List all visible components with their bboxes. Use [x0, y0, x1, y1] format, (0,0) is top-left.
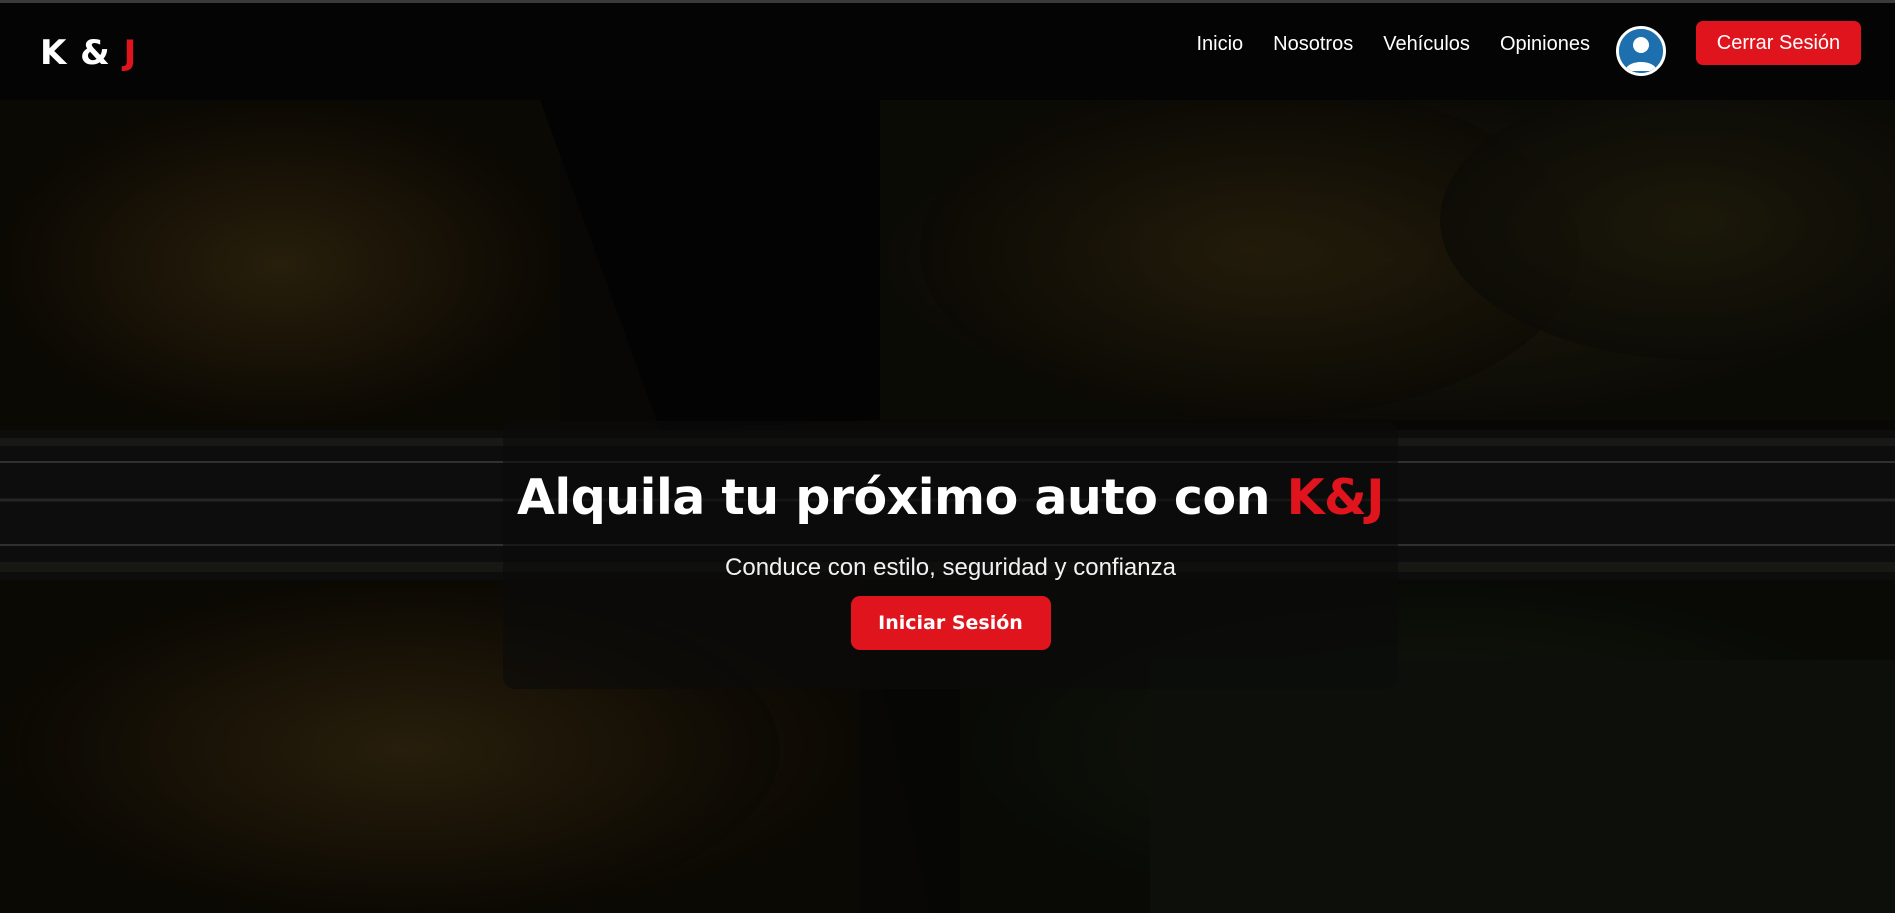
logo-text-left: K &: [40, 33, 124, 73]
nav-link-inicio[interactable]: Inicio: [1196, 31, 1243, 58]
nav-link-nosotros[interactable]: Nosotros: [1273, 31, 1353, 58]
login-button[interactable]: Iniciar Sesión: [850, 596, 1051, 650]
logo-text-right: J: [123, 33, 138, 73]
hero-title: Alquila tu próximo auto con K&J: [503, 469, 1398, 526]
nav-link-vehiculos[interactable]: Vehículos: [1383, 31, 1470, 58]
user-avatar-icon[interactable]: [1616, 26, 1666, 76]
hero-title-brand: K&J: [1286, 469, 1385, 526]
hero-section: Alquila tu próximo auto con K&J Conduce …: [0, 100, 1895, 913]
hero-title-main: Alquila tu próximo auto con: [516, 469, 1287, 526]
nav-link-opiniones[interactable]: Opiniones: [1500, 31, 1590, 58]
main-nav: Inicio Nosotros Vehículos Opiniones: [1196, 31, 1590, 58]
navbar: K & J Inicio Nosotros Vehículos Opinione…: [0, 3, 1895, 100]
site-logo[interactable]: K & J: [40, 33, 137, 73]
hero-subtitle: Conduce con estilo, seguridad y confianz…: [725, 554, 1176, 581]
logout-button[interactable]: Cerrar Sesión: [1696, 21, 1861, 65]
hero-card: Alquila tu próximo auto con K&J Conduce …: [503, 421, 1398, 689]
